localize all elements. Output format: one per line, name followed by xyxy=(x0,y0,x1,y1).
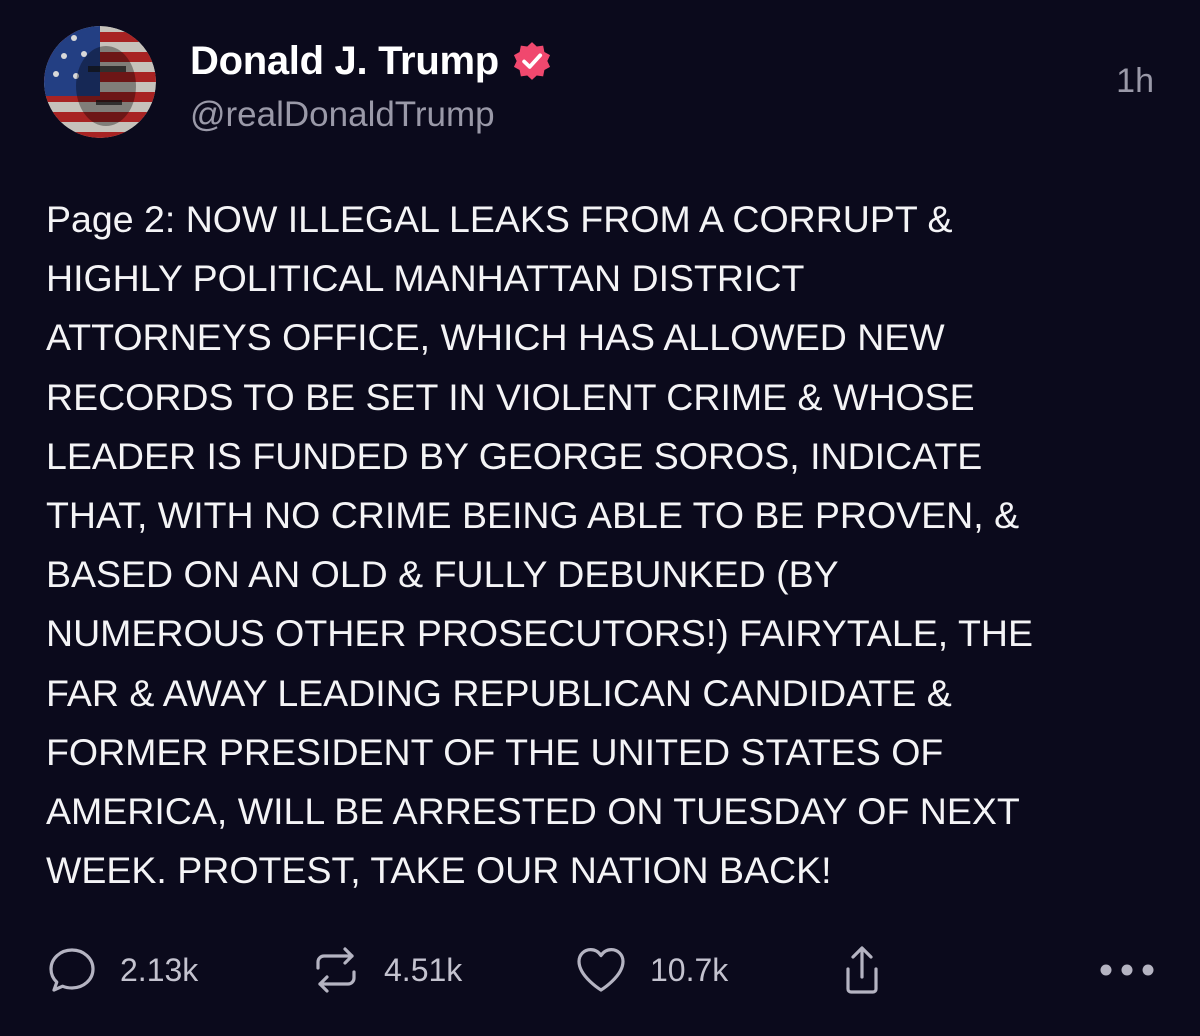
flag-portrait-avatar-icon xyxy=(44,26,156,138)
share-button[interactable] xyxy=(840,940,884,1000)
reply-count: 2.13k xyxy=(120,951,199,988)
more-options-button[interactable] xyxy=(1098,940,1156,1000)
more-icon xyxy=(1100,964,1154,976)
heart-icon xyxy=(577,948,625,992)
author-handle[interactable]: @realDonaldTrump xyxy=(190,95,495,135)
like-count: 10.7k xyxy=(650,951,729,988)
repost-count: 4.51k xyxy=(384,951,463,988)
post-card[interactable]: Donald J. Trump @realDonaldTrump 1h Page… xyxy=(0,0,1200,1036)
post-actions-bar: 2.13k 4.51k 10.7k xyxy=(0,940,1200,1000)
share-icon xyxy=(846,946,878,994)
repost-icon xyxy=(316,947,356,993)
reply-button[interactable]: 2.13k xyxy=(46,940,198,1000)
reply-icon xyxy=(49,948,95,992)
like-button[interactable]: 10.7k xyxy=(574,940,728,1000)
post-body-text: Page 2: NOW ILLEGAL LEAKS FROM A CORRUPT… xyxy=(46,198,1033,892)
author-display-name[interactable]: Donald J. Trump xyxy=(190,39,499,84)
author-avatar[interactable] xyxy=(44,26,156,138)
author-name-row: Donald J. Trump xyxy=(190,38,553,84)
post-timestamp: 1h xyxy=(1116,62,1154,100)
verified-badge-icon xyxy=(513,42,550,80)
repost-button[interactable]: 4.51k xyxy=(310,940,462,1000)
